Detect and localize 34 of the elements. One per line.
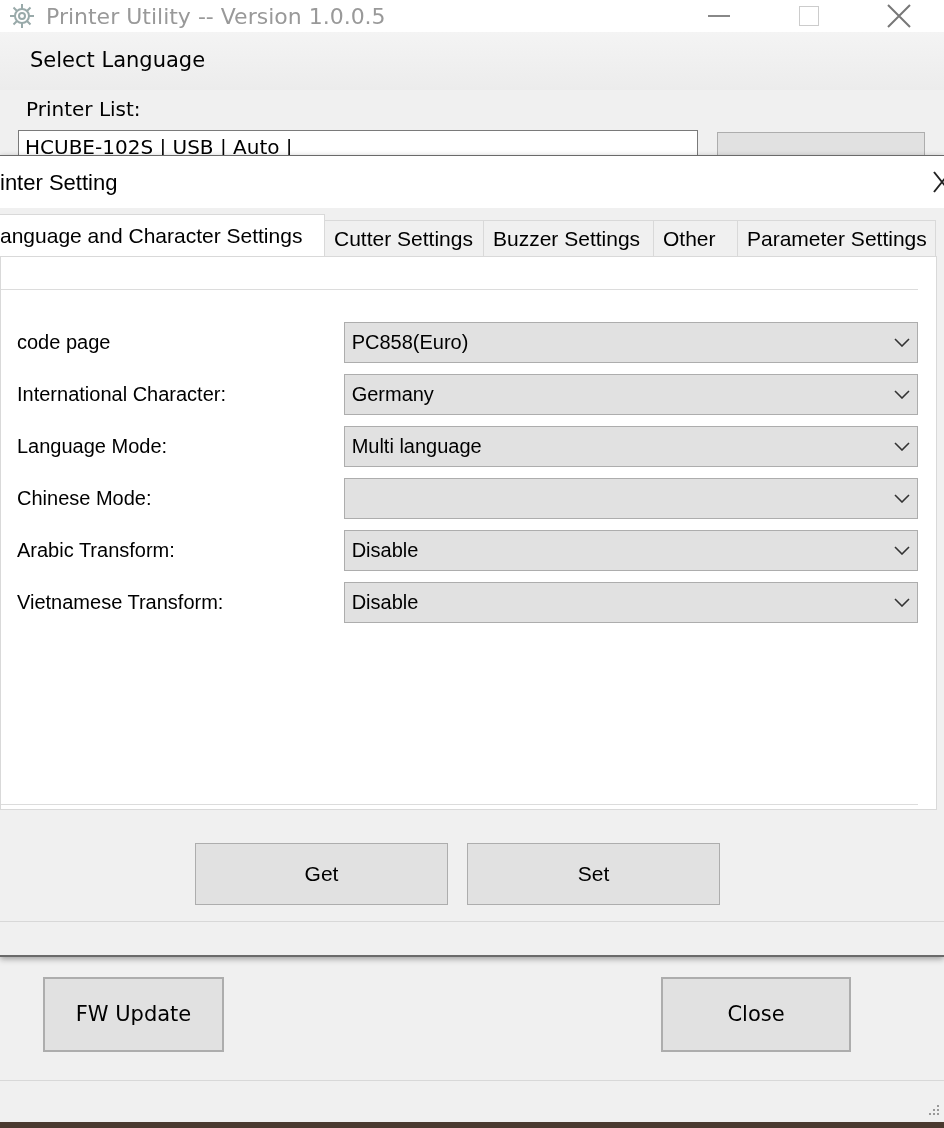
tab[interactable]: Cutter Settings xyxy=(325,220,484,256)
chevron-down-icon xyxy=(894,337,910,347)
setting-label: Chinese Mode: xyxy=(16,486,153,511)
dropdown[interactable]: Germany xyxy=(343,373,918,415)
setting-label: code page xyxy=(16,330,112,355)
setting-label: Arabic Transform: xyxy=(16,538,176,563)
set-button[interactable]: Set xyxy=(467,843,720,905)
get-button[interactable]: Get xyxy=(195,843,448,905)
setting-label: Vietnamese Transform: xyxy=(16,590,225,615)
chevron-down-icon xyxy=(894,389,910,399)
dialog-title: inter Setting xyxy=(0,168,118,197)
dropdown[interactable] xyxy=(343,477,918,519)
close-icon[interactable] xyxy=(930,171,944,193)
minimize-icon[interactable] xyxy=(708,14,730,18)
dropdown[interactable]: Multi language xyxy=(343,425,918,467)
chevron-down-icon xyxy=(894,441,910,451)
setting-label: Language Mode: xyxy=(16,434,169,459)
close-button[interactable]: Close xyxy=(661,977,851,1052)
chevron-down-icon xyxy=(894,493,910,503)
tab[interactable]: anguage and Character Settings xyxy=(0,214,325,256)
dropdown[interactable]: Disable xyxy=(343,581,918,623)
resize-grip-icon[interactable] xyxy=(926,1104,940,1118)
setting-label: International Character: xyxy=(16,382,227,407)
tab[interactable]: Parameter Settings xyxy=(738,220,936,256)
chevron-down-icon xyxy=(894,545,910,555)
tab[interactable]: Other xyxy=(654,220,738,256)
fw-update-button[interactable]: FW Update xyxy=(43,977,224,1052)
dropdown[interactable]: Disable xyxy=(343,529,918,571)
menu-item[interactable]: Select Language xyxy=(18,45,218,77)
field-label: Printer List: xyxy=(26,97,141,121)
tab[interactable]: Buzzer Settings xyxy=(484,220,654,256)
chevron-down-icon xyxy=(894,597,910,607)
window-title: Printer Utility -- Version 1.0.0.5 xyxy=(46,2,387,31)
dropdown[interactable]: PC858(Euro) xyxy=(343,321,918,363)
